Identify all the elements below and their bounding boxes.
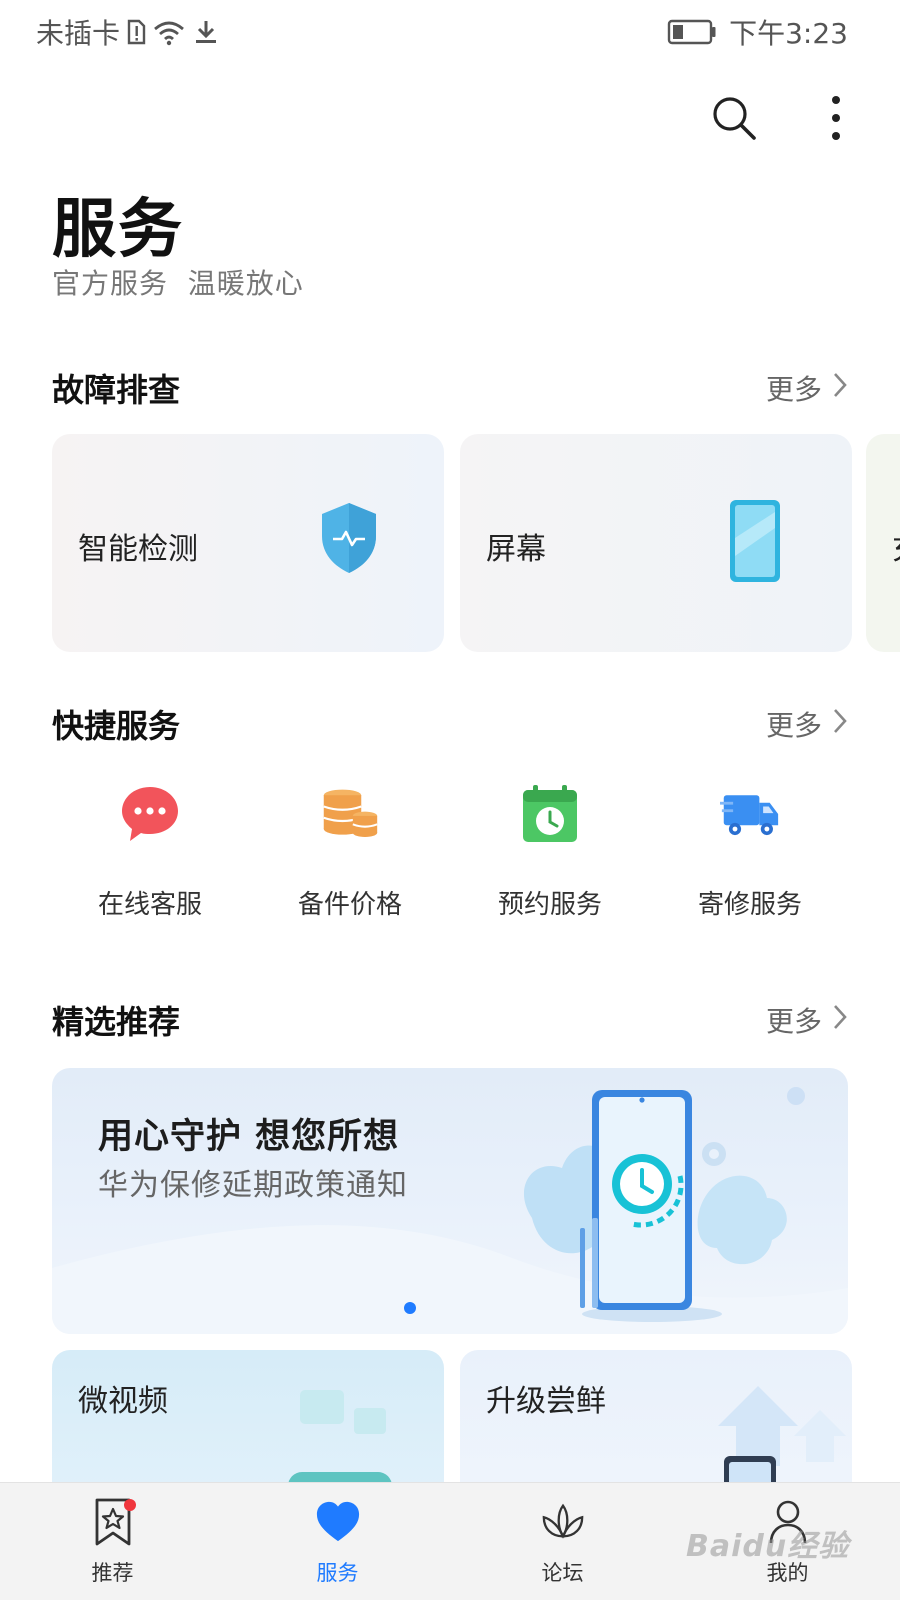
wifi-icon <box>152 18 186 46</box>
battery-icon <box>667 19 717 45</box>
shield-check-icon <box>318 500 380 580</box>
status-bar: 未插卡 下午3:23 <box>0 0 900 62</box>
more-label: 更多 <box>765 1005 822 1038</box>
banner-subtitle: 华为保修延期政策通知 <box>98 1168 408 1203</box>
carousel-indicator[interactable] <box>404 1302 416 1314</box>
quick-service-mail-repair[interactable]: 寄修服务 <box>660 784 840 924</box>
phone-clock-illustration <box>493 1068 848 1334</box>
ts-card-label: 充 <box>892 524 900 568</box>
ts-card-smart-detection[interactable]: 智能检测 <box>52 434 444 652</box>
service-page: 未插卡 下午3:23 服务 官方服务 温暖放心 故障排查 更多 智能检测 屏幕 … <box>0 0 900 1600</box>
nav-tab-forum[interactable]: 论坛 <box>450 1483 675 1600</box>
ts-card-label: 屏幕 <box>486 532 546 567</box>
section-title-quick-services: 快捷服务 <box>52 707 181 745</box>
nav-label: 推荐 <box>91 1561 134 1585</box>
page-title: 服务 <box>52 193 184 267</box>
more-vertical-icon <box>830 95 842 145</box>
troubleshooting-header: 故障排查 更多 <box>52 366 848 410</box>
ts-card-screen[interactable]: 屏幕 <box>460 434 852 652</box>
quick-service-label: 寄修服务 <box>697 890 802 920</box>
card-label: 升级尝鲜 <box>486 1384 606 1419</box>
heart-icon <box>315 1497 361 1547</box>
nav-tab-recommend[interactable]: 推荐 <box>0 1483 225 1600</box>
more-label: 更多 <box>765 373 822 406</box>
nav-tab-service[interactable]: 服务 <box>225 1483 450 1600</box>
watermark-text: Baidu经验 <box>686 1529 850 1564</box>
lotus-icon <box>540 1497 586 1547</box>
delivery-truck-icon <box>720 784 780 844</box>
phone-screen-icon <box>728 498 782 588</box>
quick-service-label: 在线客服 <box>97 890 202 920</box>
more-link-troubleshooting[interactable]: 更多 <box>766 368 848 408</box>
quick-service-parts-price[interactable]: 备件价格 <box>260 784 440 924</box>
status-time: 下午3:23 <box>729 17 848 50</box>
calendar-clock-icon <box>520 784 580 844</box>
quick-service-label: 备件价格 <box>297 890 402 920</box>
notification-badge <box>124 1499 136 1511</box>
card-label: 微视频 <box>78 1384 168 1419</box>
coins-icon <box>320 784 380 844</box>
chevron-right-icon <box>832 707 848 742</box>
sim-alert-icon <box>126 18 146 46</box>
page-subtitle: 官方服务 温暖放心 <box>52 267 304 300</box>
nav-label: 论坛 <box>541 1561 584 1585</box>
quick-service-online-support[interactable]: 在线客服 <box>60 784 240 924</box>
status-right: 下午3:23 <box>667 12 848 52</box>
nav-label: 服务 <box>316 1561 359 1585</box>
section-title-troubleshooting: 故障排查 <box>52 371 181 409</box>
section-title-featured: 精选推荐 <box>52 1003 181 1041</box>
chevron-right-icon <box>832 1003 848 1038</box>
quick-service-appointment[interactable]: 预约服务 <box>460 784 640 924</box>
quick-service-label: 预约服务 <box>497 890 602 920</box>
search-icon <box>710 94 758 146</box>
banner-title: 用心守护 想您所想 <box>98 1117 400 1157</box>
featured-banner[interactable]: 用心守护 想您所想 华为保修延期政策通知 <box>52 1068 848 1334</box>
carrier-text: 未插卡 <box>36 17 121 50</box>
more-label: 更多 <box>765 709 822 742</box>
bottom-navigation: 推荐 服务 论坛 我的 Baidu经验 <box>0 1482 900 1600</box>
chevron-right-icon <box>832 371 848 406</box>
more-link-featured[interactable]: 更多 <box>766 1000 848 1040</box>
ts-card-partial[interactable]: 充 <box>866 434 900 652</box>
status-left: 未插卡 <box>36 12 220 52</box>
download-icon <box>192 18 220 46</box>
more-menu-button[interactable] <box>808 92 864 148</box>
more-link-quick-services[interactable]: 更多 <box>766 704 848 744</box>
featured-header: 精选推荐 更多 <box>52 998 848 1042</box>
chat-bubble-icon <box>120 784 180 844</box>
ts-card-label: 智能检测 <box>78 532 198 567</box>
search-button[interactable] <box>706 92 762 148</box>
quick-services-header: 快捷服务 更多 <box>52 702 848 746</box>
